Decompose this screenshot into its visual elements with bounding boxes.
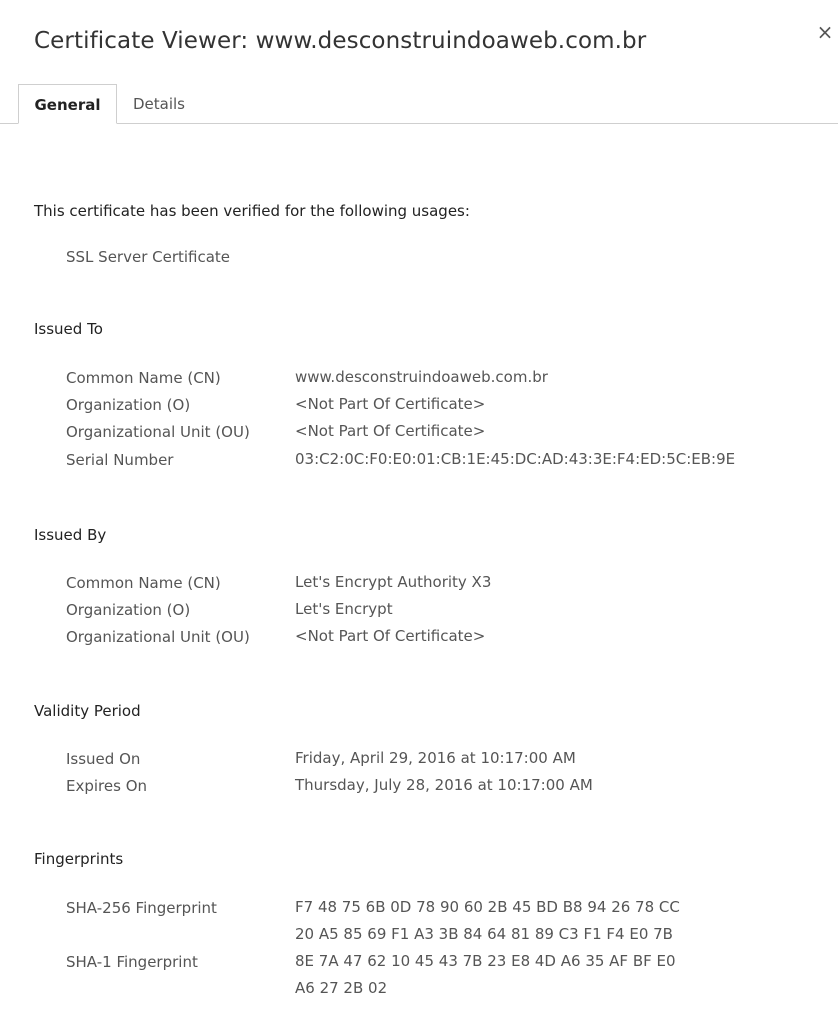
usage-item: SSL Server Certificate (66, 248, 231, 266)
section-title-validity: Validity Period (34, 702, 141, 720)
fingerprint-value-line: F7 48 75 6B 0D 78 90 60 2B 45 BD B8 94 2… (295, 898, 680, 916)
issued-by-value: Let's Encrypt (295, 600, 393, 618)
issued-to-label: Organization (O) (66, 396, 191, 414)
issued-to-label: Serial Number (66, 451, 174, 469)
fingerprint-label: SHA-256 Fingerprint (66, 899, 217, 917)
issued-to-value: <Not Part Of Certificate> (295, 422, 486, 440)
serial-number-value: 03:C2:0C:F0:E0:01:CB:1E:45:DC:AD:43:3E:F… (295, 450, 736, 468)
validity-label: Expires On (66, 777, 148, 795)
dialog-title: Certificate Viewer: www.desconstruindoaw… (34, 28, 647, 54)
issued-by-value: <Not Part Of Certificate> (295, 627, 486, 645)
issued-by-label: Organization (O) (66, 601, 191, 619)
fingerprint-value-line: 8E 7A 47 62 10 45 43 7B 23 E8 4D A6 35 A… (295, 952, 676, 970)
section-title-fingerprints: Fingerprints (34, 850, 124, 868)
issued-by-value: Let's Encrypt Authority X3 (295, 573, 492, 591)
fingerprint-value-line: A6 27 2B 02 (295, 979, 388, 997)
fingerprint-value-line: 20 A5 85 69 F1 A3 3B 84 64 81 89 C3 F1 F… (295, 925, 673, 943)
fingerprint-label: SHA-1 Fingerprint (66, 953, 198, 971)
validity-value: Thursday, July 28, 2016 at 10:17:00 AM (295, 776, 593, 794)
issued-by-label: Common Name (CN) (66, 574, 221, 592)
certificate-viewer-dialog: Certificate Viewer: www.desconstruindoaw… (0, 0, 838, 1029)
issued-by-label: Organizational Unit (OU) (66, 628, 250, 646)
tab-bar-divider (0, 123, 838, 124)
issued-to-label: Common Name (CN) (66, 369, 221, 387)
issued-to-label: Organizational Unit (OU) (66, 423, 250, 441)
tab-details[interactable]: Details (133, 84, 203, 124)
issued-to-value: www.desconstruindoaweb.com.br (295, 368, 548, 386)
tab-general[interactable]: General (18, 84, 117, 124)
usages-heading: This certificate has been verified for t… (34, 202, 470, 220)
issued-to-value: <Not Part Of Certificate> (295, 395, 486, 413)
validity-value: Friday, April 29, 2016 at 10:17:00 AM (295, 749, 576, 767)
section-title-issued-by: Issued By (34, 526, 107, 544)
close-icon[interactable]: × (813, 20, 837, 44)
validity-label: Issued On (66, 750, 141, 768)
section-title-issued-to: Issued To (34, 320, 103, 338)
